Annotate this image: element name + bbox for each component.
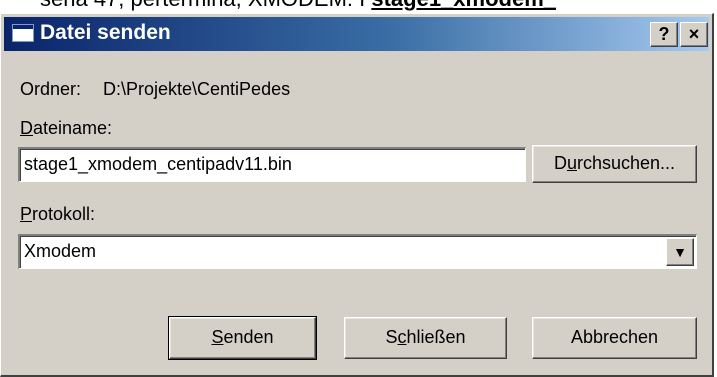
send-file-dialog: Datei senden ? × Ordner: D:\Projekte\Cen… [0,13,714,377]
protocol-select[interactable]: Xmodem ▼ [18,234,697,269]
filename-field[interactable]: stage1_xmodem_centipadv11.bin [18,147,526,182]
background-caption-prefix: sena 47, pertermina, XMODEM: I [40,0,371,11]
help-button[interactable]: ? [650,22,678,47]
send-button[interactable]: Senden [168,316,317,360]
close-icon: × [688,24,700,44]
dialog-titlebar[interactable]: Datei senden ? × [4,17,709,51]
background-caption-filename: stage1_xmodem_ [371,0,556,11]
window-icon [12,24,34,42]
folder-label: Ordner: [20,79,82,99]
filename-label: Dateiname: [20,118,113,138]
filename-label-text: ateiname: [33,118,113,138]
protocol-selected-value: Xmodem [24,241,97,261]
close-window-button[interactable]: × [680,22,708,47]
folder-path: D:\Projekte\CentiPedes [103,79,291,99]
dialog-title: Datei senden [40,21,171,44]
close-button[interactable]: Schließen [344,317,507,359]
cancel-button[interactable]: Abbrechen [532,317,697,359]
help-icon: ? [658,24,670,44]
browse-button[interactable]: Durchsuchen... [532,145,697,183]
background-caption: sena 47, pertermina, XMODEM: I stage1_xm… [40,0,556,12]
protocol-label: Protokoll: [20,204,96,224]
dropdown-arrow-button[interactable]: ▼ [666,238,694,266]
chevron-down-icon: ▼ [673,244,687,260]
